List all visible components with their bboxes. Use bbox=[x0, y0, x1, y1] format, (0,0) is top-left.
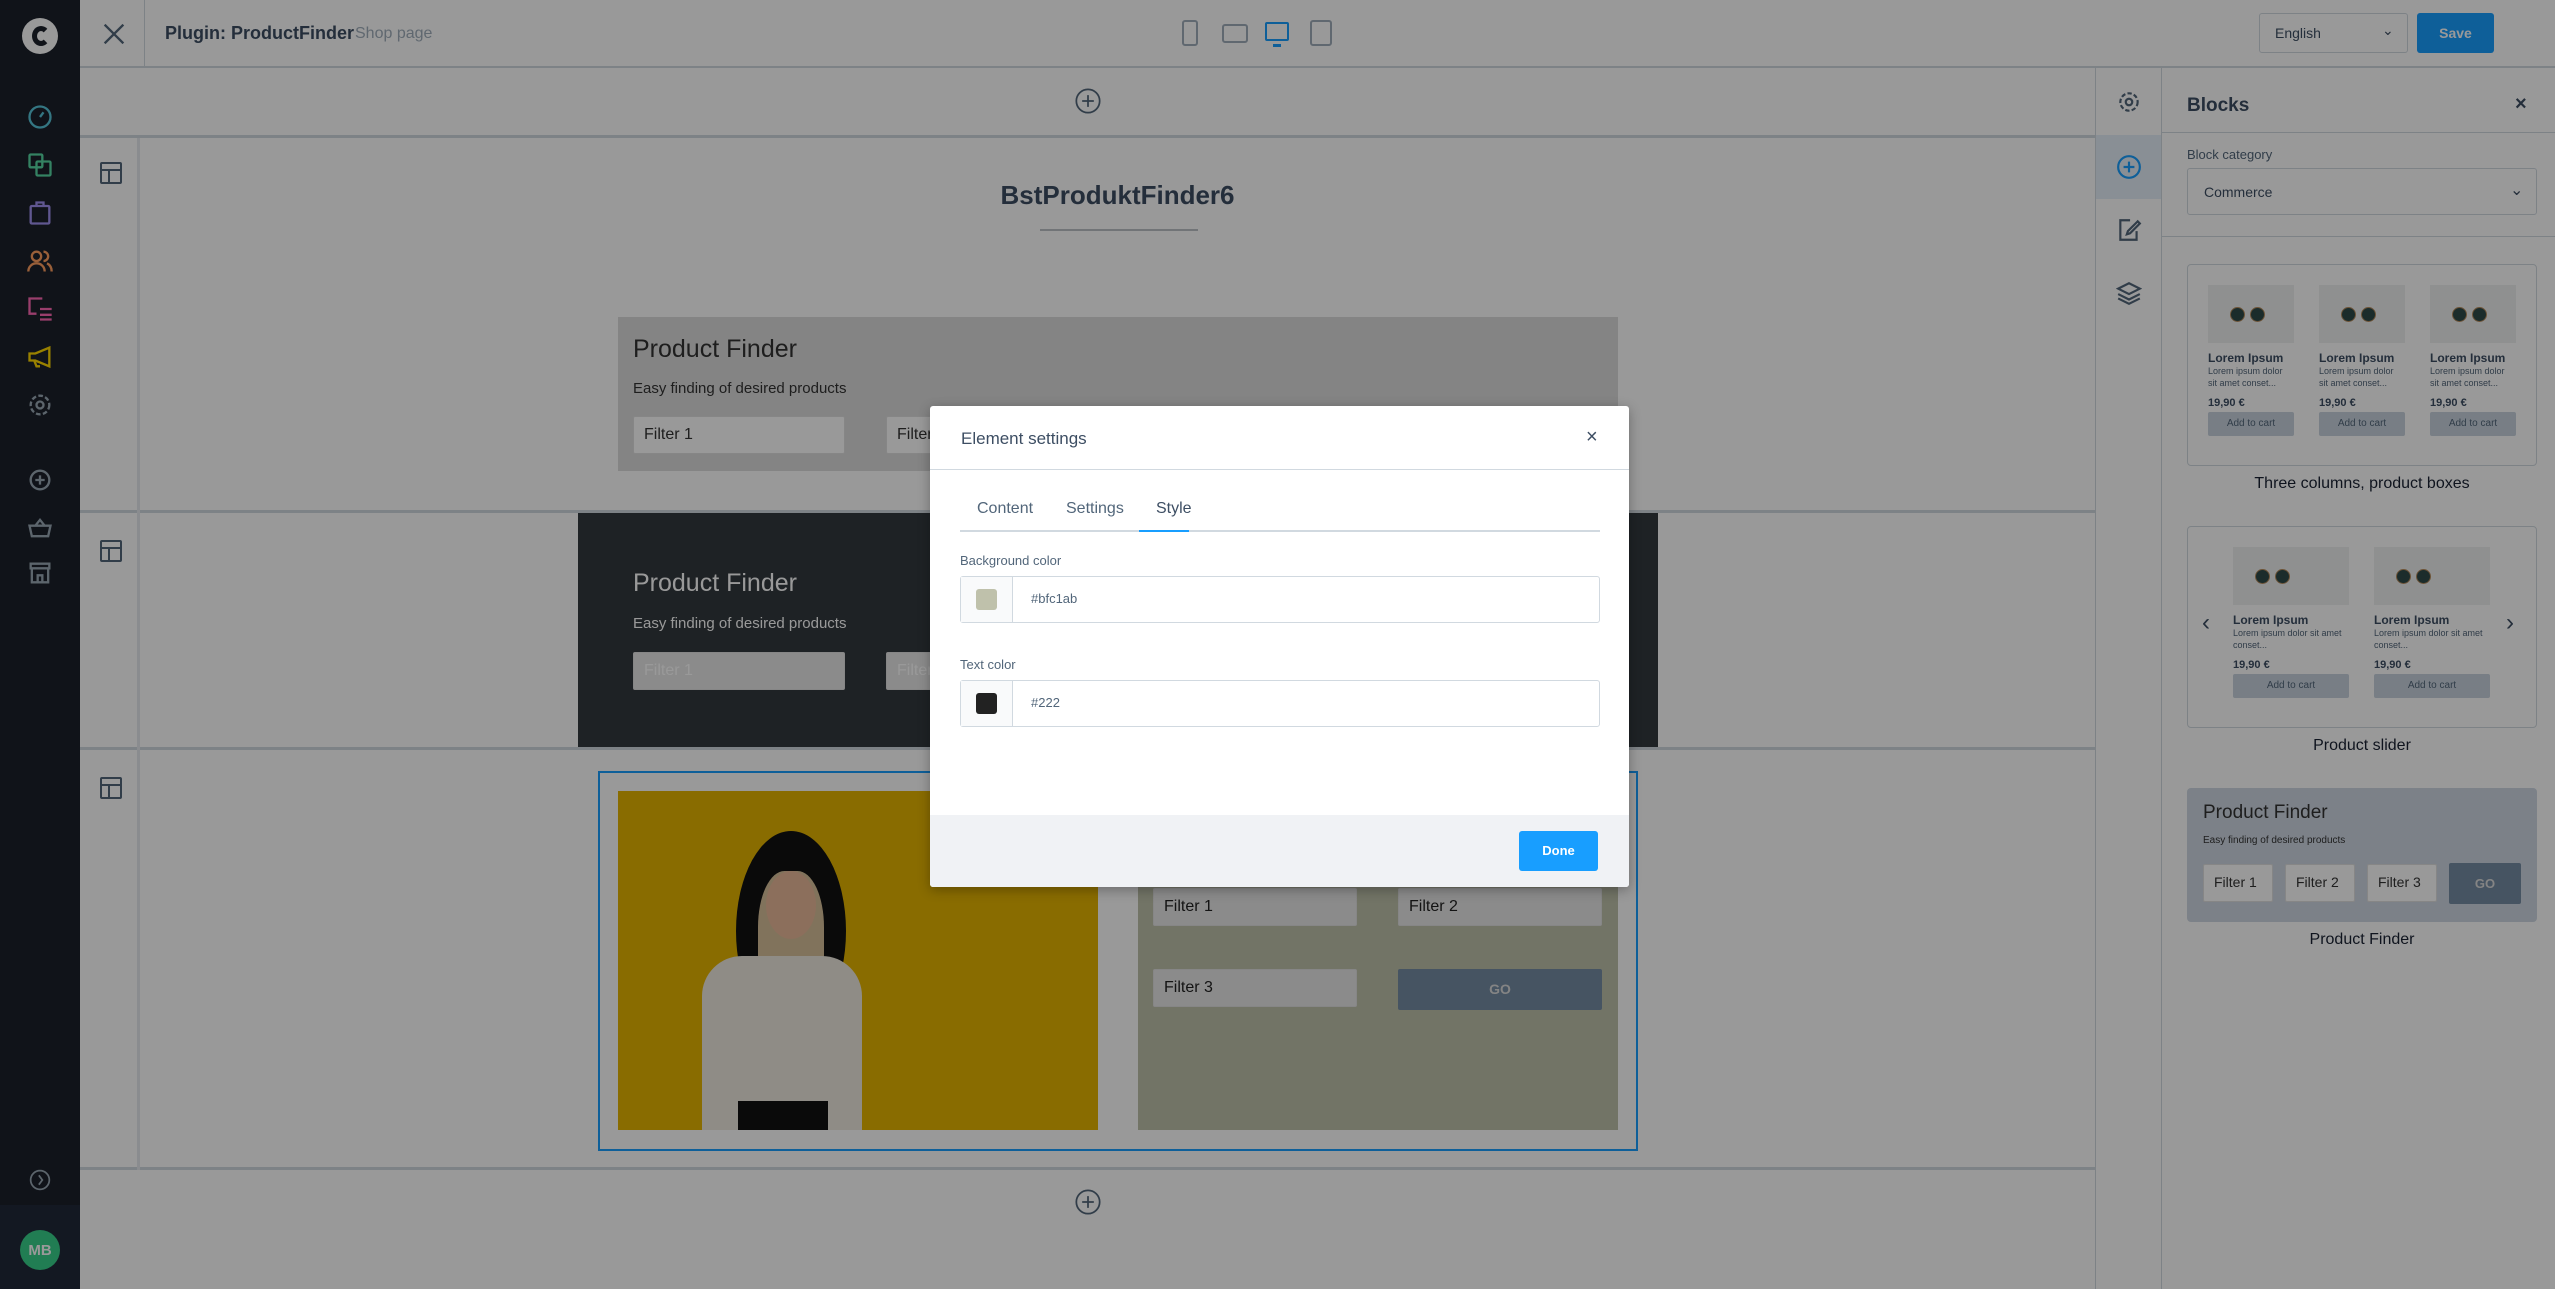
active-tab-indicator bbox=[1139, 530, 1189, 532]
tab-content[interactable]: Content bbox=[977, 500, 1033, 518]
close-icon[interactable]: × bbox=[1586, 426, 1598, 449]
background-color-label: Background color bbox=[960, 553, 1062, 568]
element-settings-modal: Element settings × Content Settings Styl… bbox=[930, 406, 1629, 887]
color-swatch[interactable] bbox=[976, 589, 997, 610]
modal-footer: Done bbox=[930, 815, 1629, 887]
text-color-label: Text color bbox=[960, 657, 1016, 672]
tab-settings[interactable]: Settings bbox=[1066, 500, 1124, 518]
color-swatch[interactable] bbox=[976, 693, 997, 714]
done-button[interactable]: Done bbox=[1519, 831, 1598, 871]
tab-style[interactable]: Style bbox=[1156, 500, 1192, 518]
text-color-field[interactable]: #222 bbox=[960, 680, 1600, 727]
background-color-field[interactable]: #bfc1ab bbox=[960, 576, 1600, 623]
modal-title: Element settings bbox=[961, 429, 1087, 448]
